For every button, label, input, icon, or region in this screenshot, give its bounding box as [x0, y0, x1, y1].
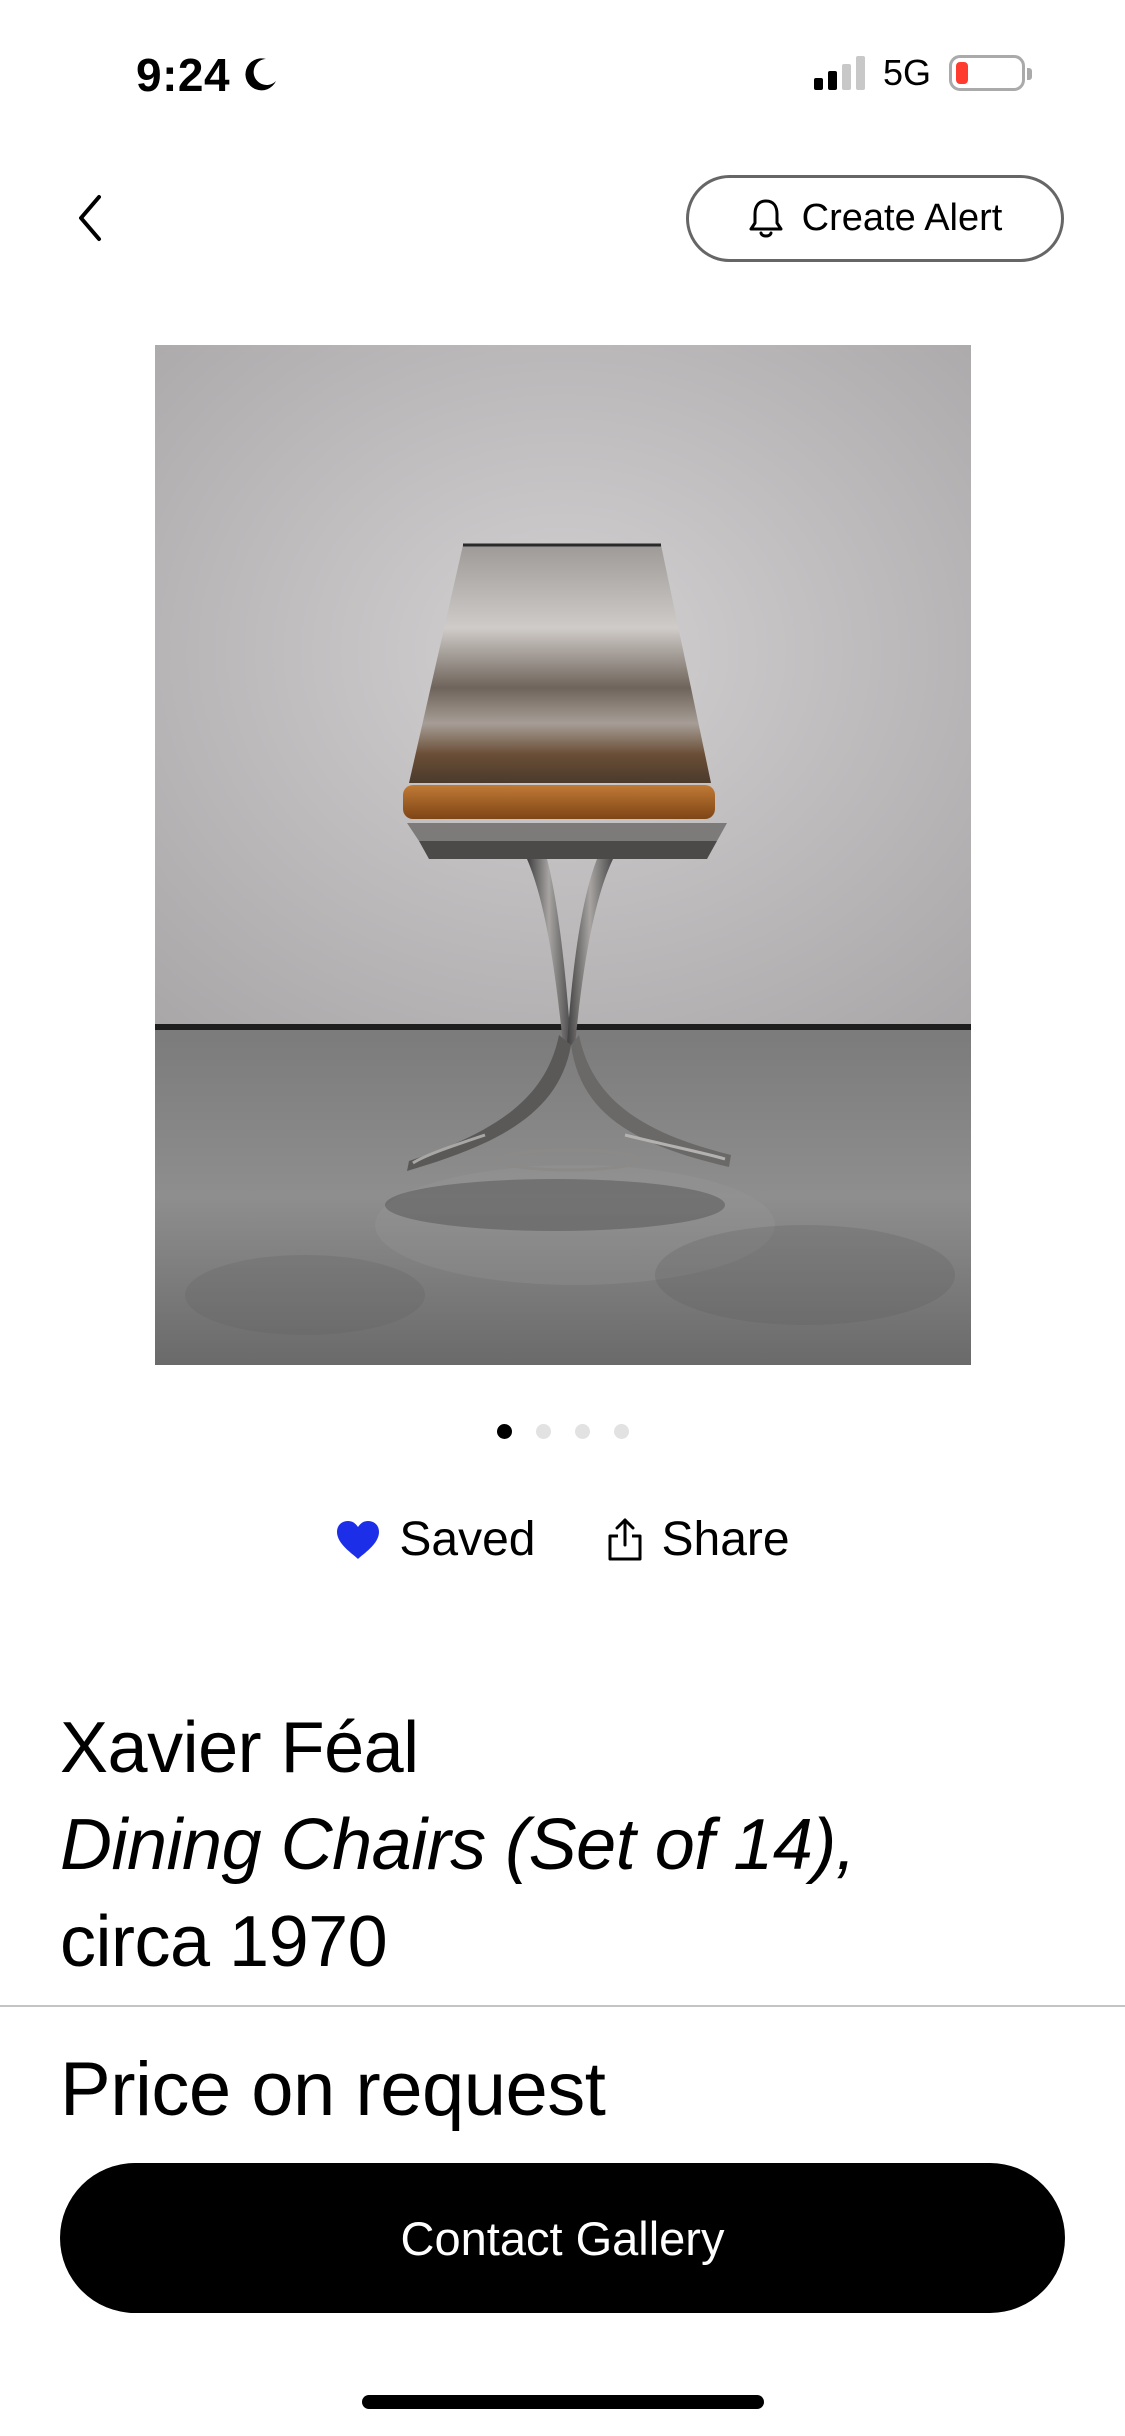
artwork-actions: Saved Share [0, 1512, 1125, 1567]
divider [0, 2005, 1125, 2007]
chair-photo [155, 345, 971, 1365]
home-indicator[interactable] [362, 2395, 764, 2409]
create-alert-button[interactable]: Create Alert [686, 175, 1064, 262]
carousel-dot-1[interactable] [496, 1424, 512, 1439]
artist-name[interactable]: Xavier Féal [60, 1700, 1060, 1797]
heart-icon [337, 1520, 380, 1559]
chevron-left-icon [79, 195, 101, 241]
signal-icon [813, 56, 865, 90]
bell-icon [749, 199, 783, 237]
create-alert-label: Create Alert [801, 197, 1003, 239]
share-label: Share [661, 1513, 790, 1566]
moon-icon [245, 58, 277, 91]
network-label: 5G [882, 52, 931, 93]
artwork-date: circa 1970 [60, 1902, 388, 1982]
artwork-image[interactable] [155, 345, 971, 1365]
carousel-dot-4[interactable] [613, 1424, 629, 1439]
contact-gallery-button[interactable]: Contact Gallery [60, 2163, 1065, 2313]
share-icon [608, 1518, 641, 1560]
saved-label: Saved [399, 1513, 536, 1566]
back-button[interactable] [60, 185, 120, 251]
carousel-dot-3[interactable] [574, 1424, 590, 1439]
price-label: Price on request [60, 2047, 606, 2132]
battery-icon [949, 55, 1032, 91]
contact-gallery-label: Contact Gallery [400, 2211, 725, 2265]
status-indicators: 5G [813, 52, 1032, 94]
carousel-dot-2[interactable] [535, 1424, 551, 1439]
status-bar: 9:24 5G [0, 0, 1125, 150]
artwork-info: Xavier Féal Dining Chairs (Set of 14), c… [60, 1700, 1060, 1991]
saved-button[interactable]: Saved [335, 1512, 536, 1567]
share-button[interactable]: Share [606, 1512, 790, 1567]
status-time: 9:24 [136, 48, 280, 102]
status-time-text: 9:24 [136, 49, 231, 101]
artwork-title: Dining Chairs (Set of 14), [60, 1805, 856, 1885]
carousel-dots[interactable] [0, 1424, 1125, 1439]
